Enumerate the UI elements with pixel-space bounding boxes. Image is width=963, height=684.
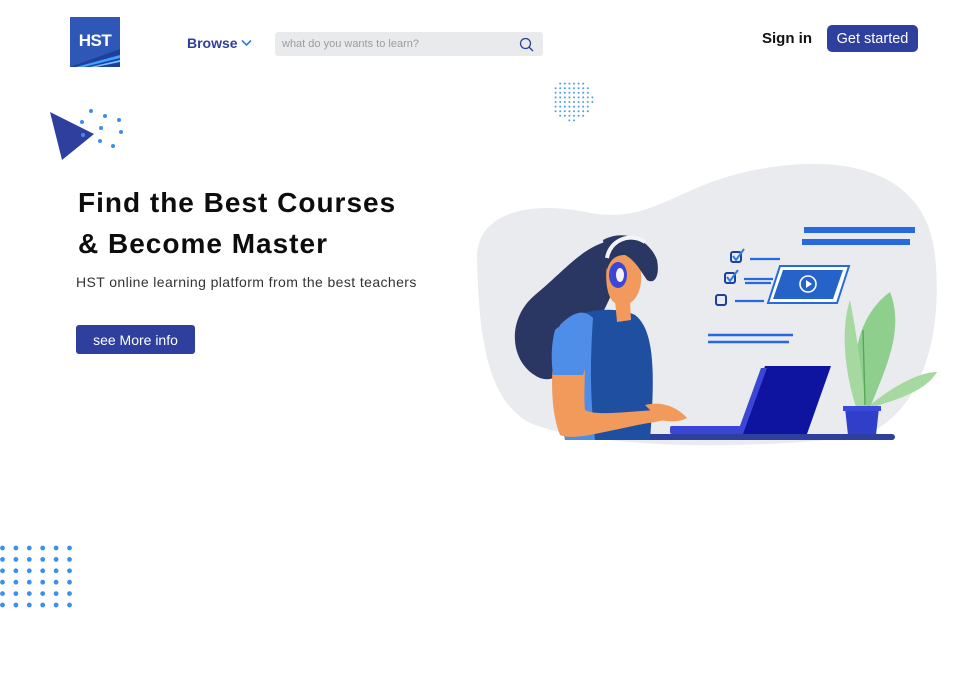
search-input[interactable] — [275, 32, 511, 56]
headline-line-2: & Become Master — [78, 228, 328, 259]
browse-menu[interactable]: Browse — [187, 35, 252, 51]
hero-subtitle: HST online learning platform from the be… — [76, 274, 417, 290]
browse-label: Browse — [187, 35, 238, 51]
video-player-icon — [766, 265, 851, 304]
headline-line-1: Find the Best Courses — [78, 187, 397, 218]
dot-circle-decoration — [554, 82, 594, 122]
sign-in-link[interactable]: Sign in — [762, 30, 812, 47]
search-bar — [275, 32, 543, 56]
content-bar-1 — [804, 227, 915, 233]
online-learning-illustration — [476, 163, 937, 446]
get-started-button[interactable]: Get started — [827, 25, 918, 52]
search-icon[interactable] — [519, 37, 534, 52]
dot-grid-decoration — [0, 545, 72, 608]
hst-logo[interactable]: HST — [70, 17, 120, 67]
hero-headline: Find the Best Courses & Become Master — [78, 182, 396, 264]
triangle-dots-decoration — [50, 109, 123, 160]
see-more-info-button[interactable]: see More info — [76, 325, 195, 354]
content-bar-2 — [802, 239, 910, 245]
logo-text: HST — [78, 31, 112, 50]
chevron-down-icon — [241, 39, 252, 47]
